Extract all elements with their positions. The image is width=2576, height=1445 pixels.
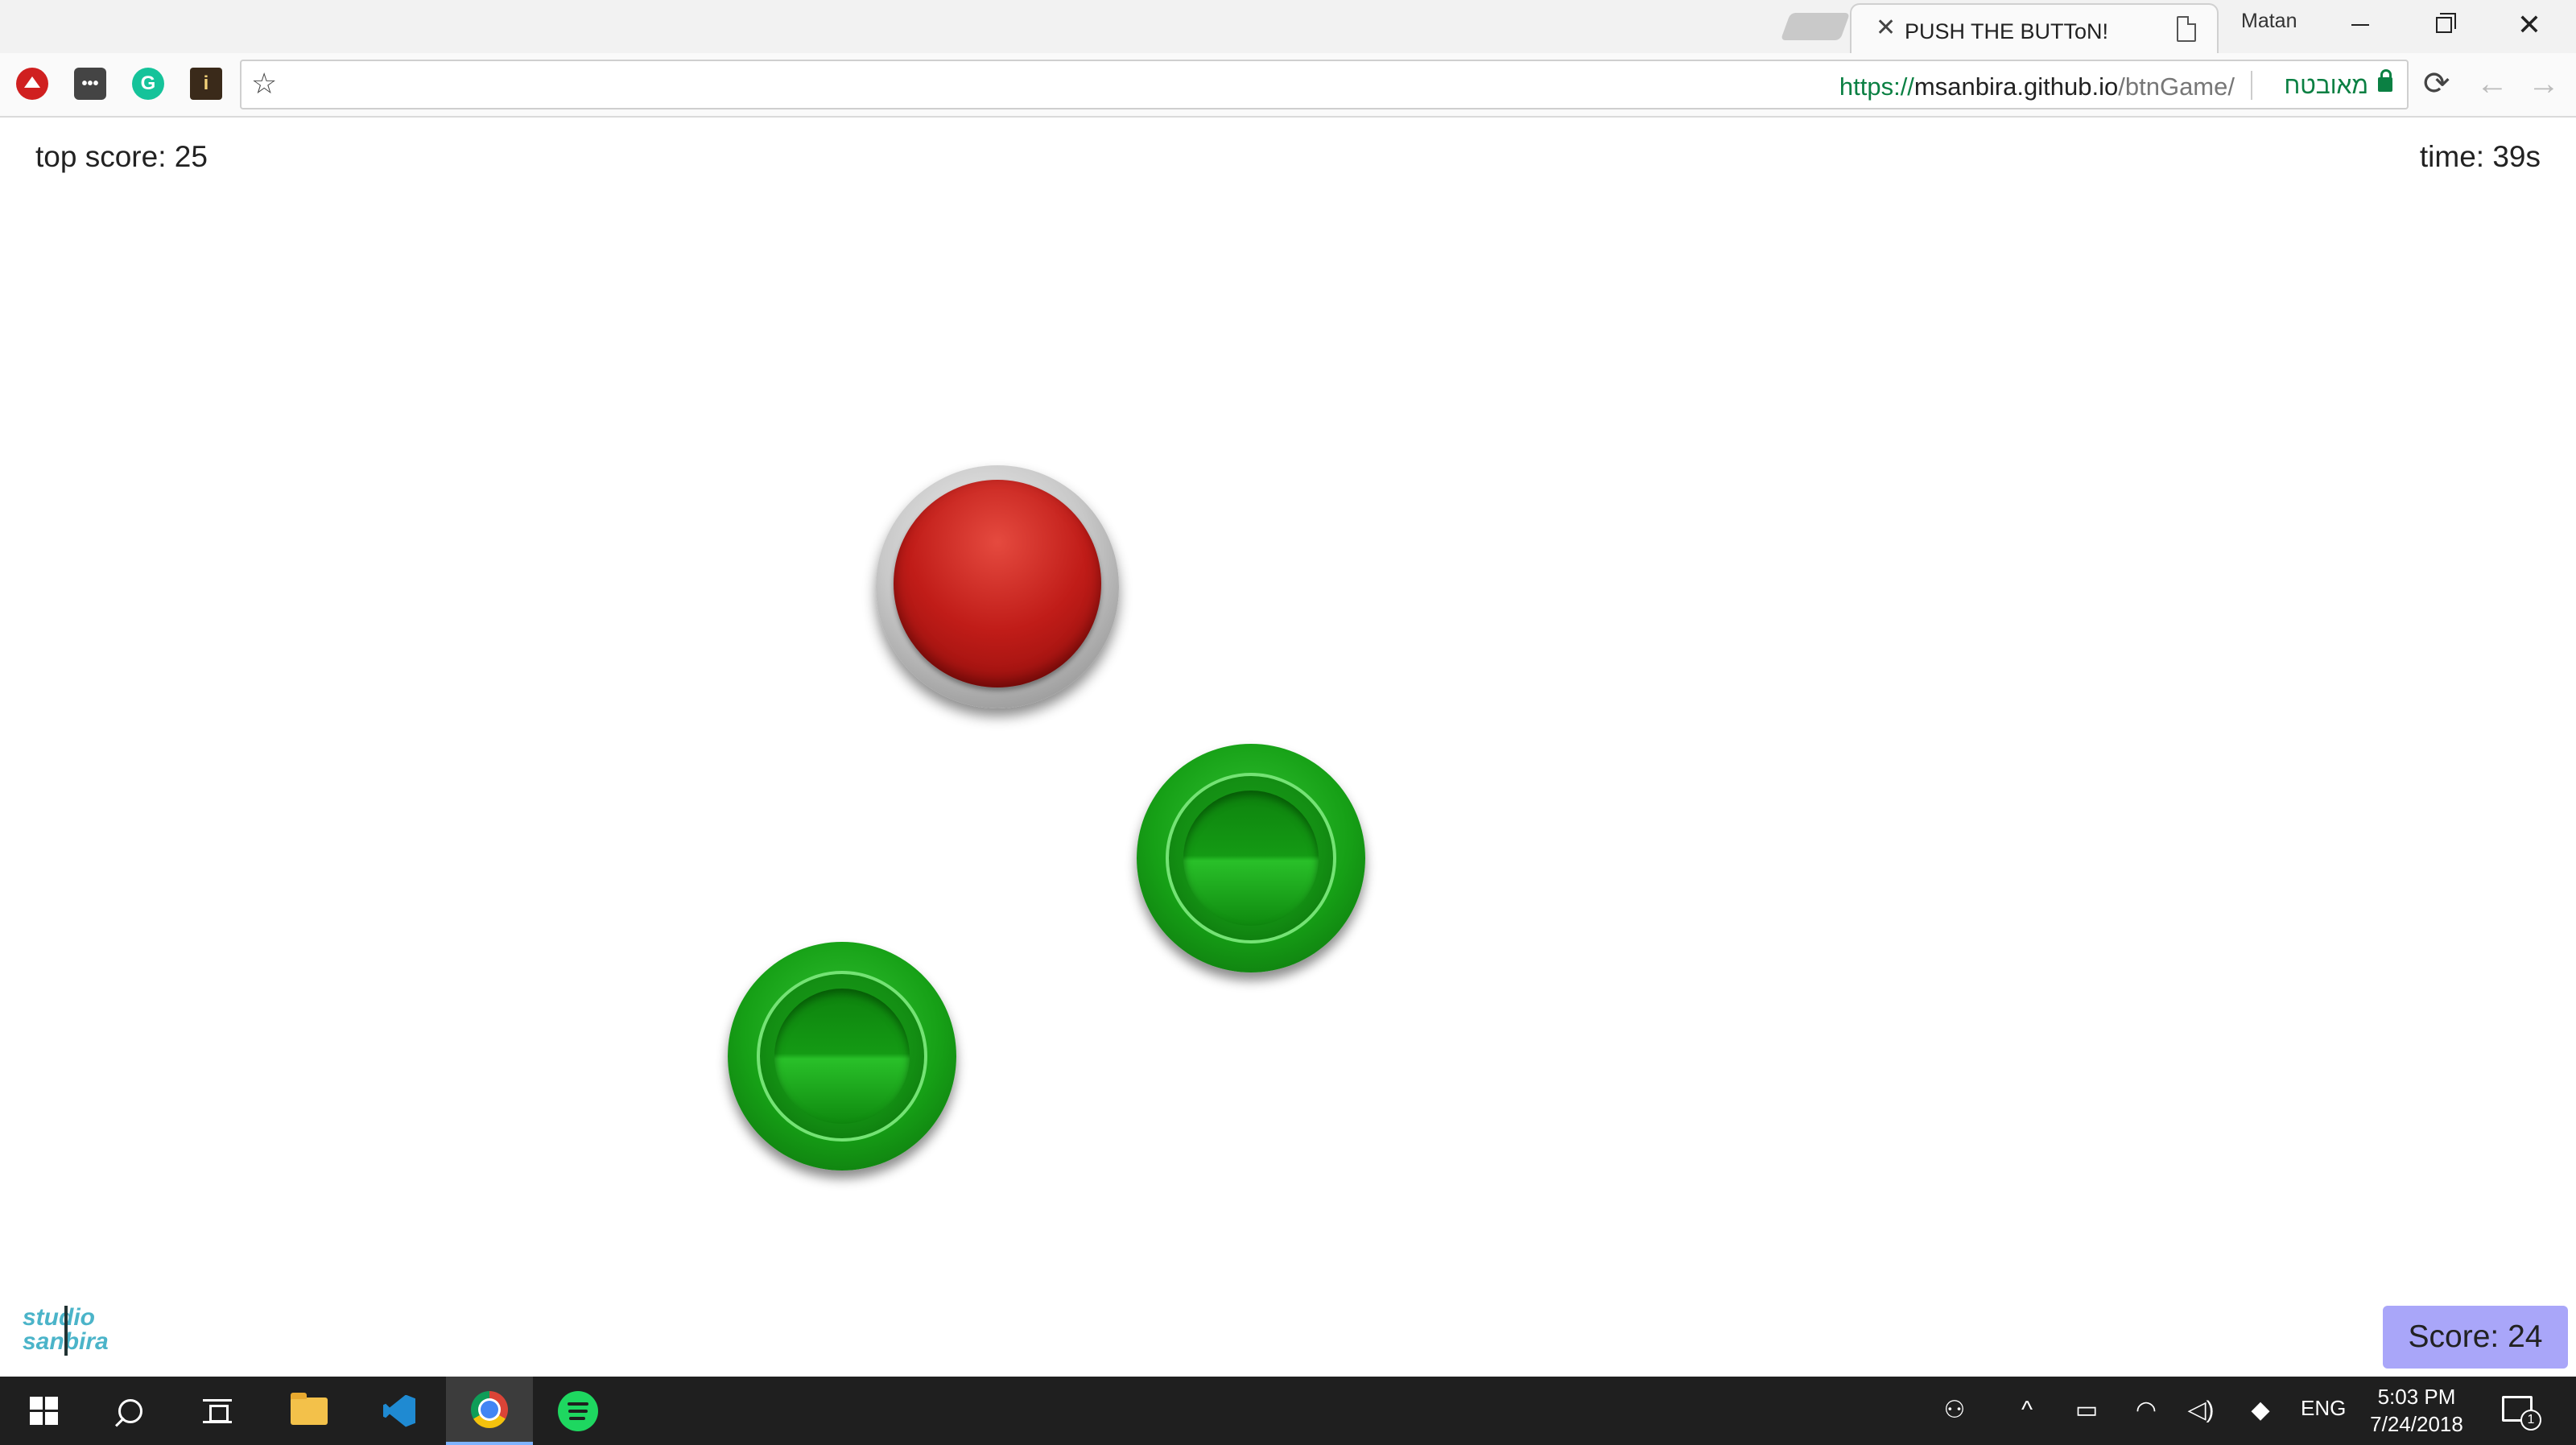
minimize-icon (2351, 24, 2369, 26)
search-icon[interactable] (87, 1377, 174, 1445)
people-icon[interactable]: ⚇ (1935, 1394, 1974, 1426)
vscode-icon[interactable] (356, 1377, 443, 1445)
lock-icon[interactable] (2378, 69, 2392, 92)
score-display: Score: 24 (2383, 1306, 2568, 1369)
timer: time: 39s (2419, 140, 2541, 173)
minimize-button[interactable] (2318, 0, 2402, 50)
green-button-ring (1166, 773, 1336, 943)
page-favicon-icon (2177, 16, 2196, 42)
action-center-icon[interactable]: 1 (2502, 1396, 2541, 1431)
title-bar: ✕ PUSH THE BUTToN! Matan ✕ (0, 0, 2576, 53)
divider (2251, 71, 2252, 100)
profile-name[interactable]: Matan (2241, 10, 2297, 33)
spotify-icon[interactable] (535, 1377, 621, 1445)
green-button-face (1183, 791, 1319, 926)
grammarly-icon[interactable]: G (132, 68, 164, 100)
green-button-ring (757, 971, 927, 1142)
language-indicator[interactable]: ENG (2301, 1396, 2346, 1421)
tab-close-icon[interactable]: ✕ (1876, 16, 1896, 40)
green-button[interactable] (1137, 744, 1365, 972)
extension-upload-icon[interactable] (16, 68, 48, 100)
browser-toolbar: ••• G i ☆ https://msanbira.github.io/btn… (0, 53, 2576, 118)
address-bar[interactable]: ☆ https://msanbira.github.io/btnGame/ מא… (240, 60, 2409, 109)
dropbox-icon[interactable]: ◆ (2241, 1394, 2280, 1426)
file-explorer-icon[interactable] (266, 1377, 353, 1445)
task-view-icon[interactable] (174, 1377, 261, 1445)
red-button[interactable] (876, 465, 1119, 708)
battery-icon[interactable]: ▭ (2067, 1394, 2106, 1426)
forward-arrow-icon[interactable]: → (2528, 64, 2560, 103)
reload-icon[interactable]: ⟳ (2423, 64, 2450, 103)
red-button-face (894, 480, 1101, 687)
extension-info-icon[interactable]: i (190, 68, 222, 100)
tab-title: PUSH THE BUTToN! (1905, 19, 2109, 43)
windows-taskbar: ⚇ ^ ▭ ◠ ◁) ◆ ENG 5:03 PM 7/24/2018 1 (0, 1377, 2576, 1445)
restore-icon (2436, 13, 2456, 33)
game-page: top score: 25 time: 39s studio sanbira S… (0, 119, 2576, 1377)
green-button[interactable] (728, 942, 956, 1170)
back-arrow-icon[interactable]: ← (2476, 64, 2508, 103)
close-icon: ✕ (2516, 8, 2542, 41)
bookmark-star-icon[interactable]: ☆ (251, 68, 277, 100)
browser-tab[interactable]: ✕ PUSH THE BUTToN! (1850, 3, 2219, 53)
top-score: top score: 25 (35, 140, 208, 173)
security-label[interactable]: מאובטח (2284, 72, 2368, 100)
start-icon[interactable] (0, 1377, 87, 1445)
chrome-icon[interactable] (446, 1377, 533, 1445)
url-text[interactable]: https://msanbira.github.io/btnGame/ (1839, 72, 2235, 101)
chevron-up-icon[interactable]: ^ (2008, 1394, 2046, 1426)
clock[interactable]: 5:03 PM 7/24/2018 (2363, 1383, 2470, 1438)
restore-button[interactable] (2402, 0, 2486, 50)
close-window-button[interactable]: ✕ (2487, 0, 2571, 50)
extension-dots-icon[interactable]: ••• (74, 68, 106, 100)
new-tab-button[interactable] (1780, 13, 1851, 40)
volume-icon[interactable]: ◁) (2182, 1394, 2220, 1426)
wifi-icon[interactable]: ◠ (2127, 1394, 2165, 1426)
green-button-face (774, 989, 910, 1124)
notification-count: 1 (2520, 1410, 2541, 1431)
studio-sanbira-logo: studio sanbira (23, 1306, 111, 1370)
